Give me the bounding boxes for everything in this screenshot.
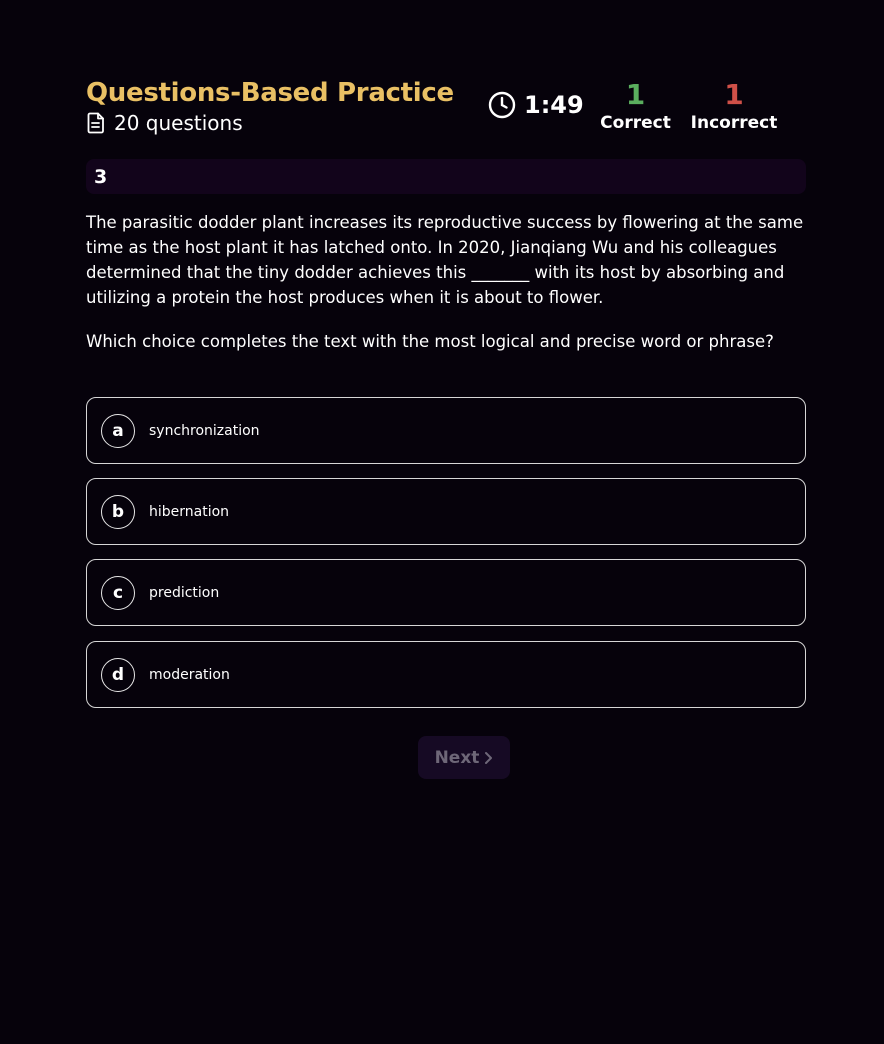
choice-c[interactable]: c prediction — [86, 559, 806, 626]
incorrect-label: Incorrect — [690, 113, 778, 133]
next-button[interactable]: Next — [418, 736, 510, 779]
timer-value: 1:49 — [524, 91, 584, 119]
choice-letter: a — [101, 413, 135, 448]
choice-d[interactable]: d moderation — [86, 641, 806, 708]
correct-counter: 1 Correct — [598, 78, 673, 134]
choice-text: prediction — [149, 584, 220, 601]
choice-letter: c — [101, 575, 135, 610]
clock-icon — [488, 91, 516, 119]
choice-text: moderation — [149, 666, 230, 683]
choice-letter: b — [101, 494, 135, 529]
choice-a[interactable]: a synchronization — [86, 397, 806, 464]
chevron-right-icon — [483, 751, 493, 765]
next-button-label: Next — [434, 747, 480, 768]
question-count-label: 20 questions — [114, 111, 243, 135]
question-number-bar: 3 — [86, 159, 806, 194]
question-count: 20 questions — [86, 111, 243, 135]
incorrect-count: 1 — [724, 78, 744, 111]
question-passage: The parasitic dodder plant increases its… — [86, 213, 804, 307]
choice-b[interactable]: b hibernation — [86, 478, 806, 545]
correct-label: Correct — [600, 113, 671, 133]
question-prompt: Which choice completes the text with the… — [86, 332, 774, 351]
choice-text: hibernation — [149, 503, 230, 520]
choice-letter: d — [101, 657, 135, 692]
correct-count: 1 — [625, 78, 646, 111]
quiz-header: Questions-Based Practice 20 questions 1:… — [86, 78, 806, 142]
choice-text: synchronization — [149, 422, 260, 439]
document-icon — [86, 112, 106, 134]
incorrect-counter: 1 Incorrect — [689, 78, 779, 134]
page-title: Questions-Based Practice — [86, 78, 454, 108]
timer: 1:49 — [488, 91, 584, 119]
question-number: 3 — [94, 166, 108, 188]
